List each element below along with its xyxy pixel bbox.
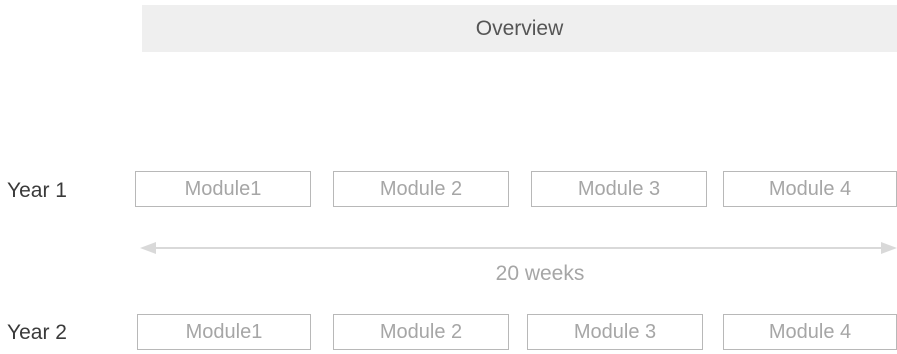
module-label: Module1 [185, 320, 263, 343]
duration-label: 20 weeks [495, 262, 585, 285]
year-2-module-4: Module 4 [723, 314, 897, 350]
module-label: Module 4 [768, 177, 852, 200]
year-1-modules: Module1 Module 2 Module 3 Module 4 [0, 171, 897, 207]
arrow-left-head [140, 242, 156, 254]
module-label: Module 2 [379, 177, 463, 200]
module-label: Module1 [184, 177, 262, 200]
module-label: Module 2 [379, 320, 463, 343]
year-1-module-1: Module1 [135, 171, 311, 207]
arrow-right-head [881, 242, 897, 254]
module-label: Module 3 [577, 177, 661, 200]
module-label: Module 3 [573, 320, 657, 343]
duration-arrow [140, 242, 897, 254]
year-2-module-1: Module1 [137, 314, 311, 350]
year-1-module-2: Module 2 [333, 171, 509, 207]
year-2-module-2: Module 2 [333, 314, 509, 350]
year-2-module-3: Module 3 [527, 314, 703, 350]
year-1-module-4: Module 4 [723, 171, 897, 207]
year-2-modules: Module1 Module 2 Module 3 Module 4 [0, 314, 897, 350]
overview-header: Overview [142, 5, 897, 52]
overview-title: Overview [475, 16, 564, 40]
module-label: Module 4 [768, 320, 852, 343]
year-1-module-3: Module 3 [531, 171, 707, 207]
